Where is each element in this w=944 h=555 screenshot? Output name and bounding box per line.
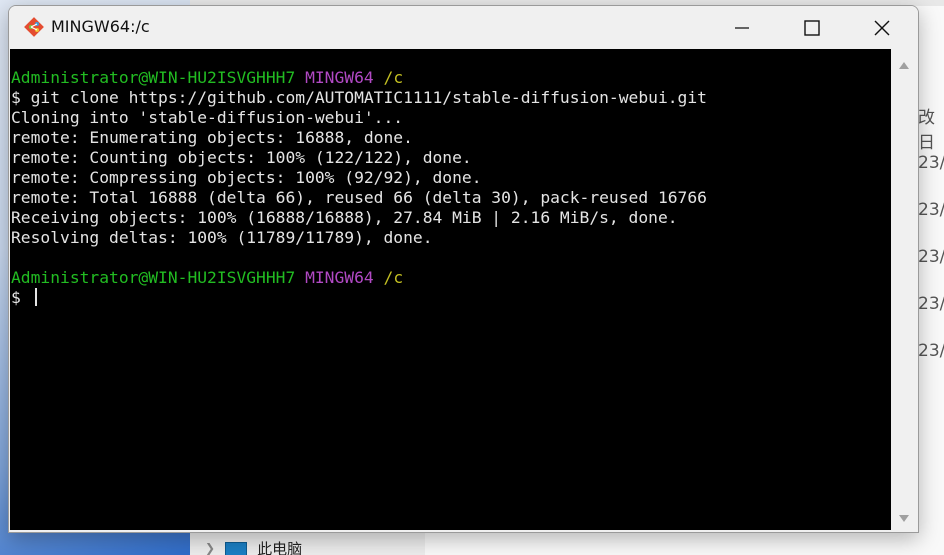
- maximize-icon: [804, 19, 820, 36]
- triangle-down-icon: [899, 514, 909, 522]
- prompt-user-host: Administrator@WIN-HU2ISVGHHH7: [11, 268, 296, 287]
- output-line: remote: Enumerating objects: 16888, done…: [11, 128, 413, 147]
- text-cursor: [34, 288, 37, 306]
- prompt-env: MINGW64: [305, 268, 374, 287]
- prompt-path: /c: [383, 68, 404, 87]
- close-button[interactable]: [847, 6, 917, 49]
- date-cell: 23/: [918, 294, 944, 314]
- prompt-env: MINGW64: [305, 68, 374, 87]
- output-line: remote: Counting objects: 100% (122/122)…: [11, 148, 472, 167]
- input-prompt: $: [11, 288, 31, 307]
- date-cell: 23/: [918, 200, 944, 220]
- terminal-output[interactable]: Administrator@WIN-HU2ISVGHHH7 MINGW64 /c…: [10, 49, 891, 530]
- maximize-button[interactable]: [777, 6, 847, 49]
- date-cell: 23/: [918, 153, 944, 173]
- chevron-right-icon[interactable]: ❯: [205, 541, 215, 555]
- prompt-path: /c: [383, 268, 404, 287]
- nav-item-label: 此电脑: [257, 540, 303, 555]
- vertical-scrollbar[interactable]: [891, 49, 917, 530]
- prompt-line: Administrator@WIN-HU2ISVGHHH7 MINGW64 /c: [11, 68, 707, 88]
- window-title: MINGW64:/c: [51, 17, 150, 36]
- date-cell: 23/: [918, 341, 944, 361]
- output-line: remote: Total 16888 (delta 66), reused 6…: [11, 188, 707, 207]
- nav-item-this-pc[interactable]: ❯ 此电脑: [205, 538, 302, 555]
- prompt-line: Administrator@WIN-HU2ISVGHHH7 MINGW64 /c: [11, 268, 707, 288]
- scroll-down-button[interactable]: [891, 508, 917, 528]
- output-line: remote: Compressing objects: 100% (92/92…: [11, 168, 482, 187]
- triangle-up-icon: [899, 61, 909, 69]
- minimize-icon: [735, 26, 749, 29]
- mingw64-terminal-window[interactable]: MINGW64:/c Administrator@WIN-HU2ISVGHHH7…: [8, 5, 919, 533]
- minimize-button[interactable]: [707, 6, 777, 49]
- output-line: Cloning into 'stable-diffusion-webui'...: [11, 108, 404, 127]
- output-line: Resolving deltas: 100% (11789/11789), do…: [11, 228, 433, 247]
- input-line[interactable]: $: [11, 288, 707, 308]
- column-header[interactable]: 改日: [918, 103, 944, 153]
- git-diamond-icon: [24, 17, 44, 37]
- prompt-user-host: Administrator@WIN-HU2ISVGHHH7: [11, 68, 296, 87]
- command-line: $ git clone https://github.com/AUTOMATIC…: [11, 88, 707, 107]
- title-bar[interactable]: MINGW64:/c: [9, 6, 918, 49]
- close-icon: [874, 20, 890, 35]
- date-cell: 23/: [918, 247, 944, 267]
- date-modified-column: 改日 23/ 23/ 23/ 23/ 23/: [918, 95, 944, 395]
- scroll-up-button[interactable]: [891, 55, 917, 75]
- output-line: Receiving objects: 100% (16888/16888), 2…: [11, 208, 678, 227]
- computer-icon: [225, 542, 248, 555]
